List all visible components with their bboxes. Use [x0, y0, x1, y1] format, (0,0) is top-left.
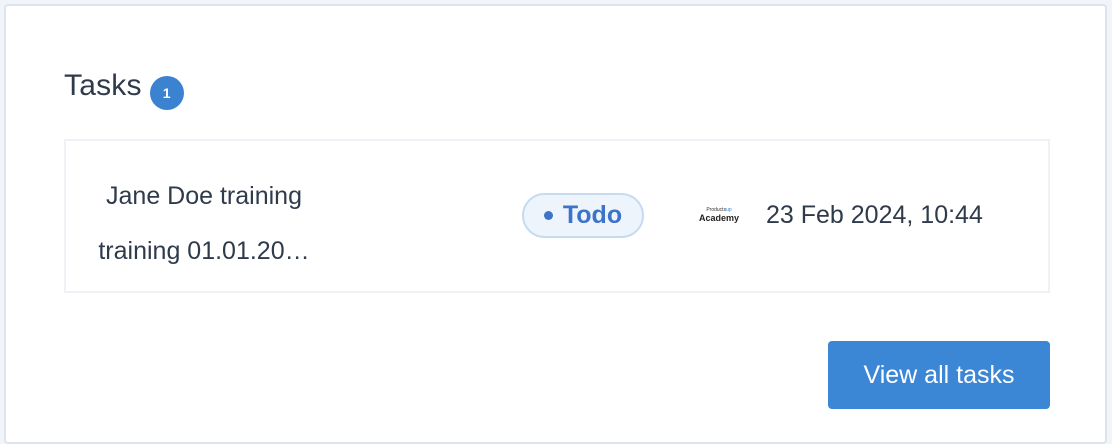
task-row[interactable]: Jane Doe training training 01.01.20… Tod…: [64, 139, 1050, 293]
view-all-tasks-button[interactable]: View all tasks: [828, 341, 1050, 409]
task-name-line-1: Jane Doe training: [106, 182, 302, 210]
tasks-header: Tasks 1: [64, 62, 184, 110]
tasks-title: Tasks: [64, 69, 142, 102]
logo-bottom-text: Academy: [698, 212, 740, 223]
task-name-line-2: training 01.01.20…: [98, 237, 310, 265]
organization-logo: Productsup Academy: [698, 202, 740, 228]
tasks-count-badge: 1: [149, 76, 184, 110]
task-name[interactable]: Jane Doe training training 01.01.20…: [84, 169, 324, 279]
task-status-label: Todo: [562, 201, 623, 229]
task-date: 23 Feb 2024, 10:44: [766, 201, 983, 229]
tasks-card: Tasks 1 Jane Doe training training 01.01…: [4, 4, 1107, 444]
status-dot-icon: [543, 211, 553, 220]
task-status-badge: Todo: [522, 193, 644, 238]
